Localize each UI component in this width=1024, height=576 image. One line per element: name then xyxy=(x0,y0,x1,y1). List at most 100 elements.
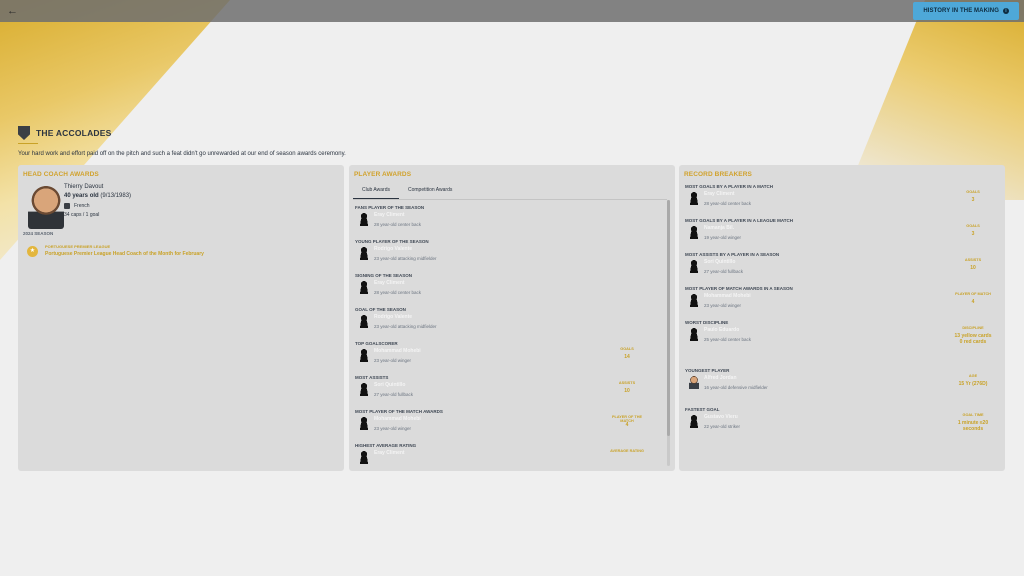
player-name-link[interactable]: Rodrigo Valente xyxy=(374,314,412,320)
stat-label: GOALS xyxy=(966,190,980,194)
stat-label: GOALS xyxy=(620,347,634,351)
coach-age: 40 years old (9/13/1983) xyxy=(64,193,132,199)
stat-value: 15 Yr (276D) xyxy=(958,381,988,387)
stat-label: PLAYER OF MATCH xyxy=(955,292,991,296)
coach-name[interactable]: Thierry Davout xyxy=(64,184,103,190)
coach-nationality: French xyxy=(64,203,90,209)
award-category-label: TOP GOALSCORER xyxy=(355,341,398,346)
tab-competition-awards[interactable]: Competition Awards xyxy=(399,184,461,199)
player-description: 19 year-old winger xyxy=(704,235,742,240)
stat-label: AGE xyxy=(968,374,978,378)
stat-label: DISCIPLINE xyxy=(962,326,984,330)
player-description: 16 year-old defensive midfielder xyxy=(704,385,768,390)
stat-label: GOALS xyxy=(966,224,980,228)
stat-label: ASSISTS xyxy=(618,381,636,385)
stat-value: 14 xyxy=(624,354,630,360)
award-category-label: MOST GOALS BY A PLAYER IN A MATCH xyxy=(685,184,774,189)
page-header: THE ACCOLADES xyxy=(18,126,111,140)
info-icon: i xyxy=(1003,8,1009,14)
award-category-label: MOST ASSISTS xyxy=(355,375,389,380)
intro-text: Your hard work and effort paid off on th… xyxy=(18,151,346,157)
player-name-link[interactable]: Mohammad Mohebi xyxy=(374,348,421,354)
page-title: THE ACCOLADES xyxy=(36,128,112,138)
award-row: GOAL OF THE SEASON Rodrigo Valente 23 year… xyxy=(355,307,665,341)
tab-club-awards[interactable]: Club Awards xyxy=(353,184,399,199)
player-name-link[interactable]: Eray Climent xyxy=(374,450,405,456)
award-category-label: FASTEST GOAL xyxy=(685,407,720,412)
stat-value: 3 xyxy=(971,231,975,237)
player-description: 22 year-old striker xyxy=(704,424,741,429)
player-name-link[interactable]: Eray Climent xyxy=(374,280,405,286)
stat-value: 10 xyxy=(624,388,630,394)
award-category-label: HIGHEST AVERAGE RATING xyxy=(355,443,417,448)
player-description: 23 year-old attacking midfielder xyxy=(374,324,437,329)
stat-value: 3 xyxy=(971,197,975,203)
flag-icon xyxy=(64,203,70,209)
player-avatar xyxy=(359,416,369,430)
award-category-label: YOUNG PLAYER OF THE SEASON xyxy=(355,239,429,244)
award-row: YOUNG PLAYER OF THE SEASON Rodrigo Valent… xyxy=(355,239,665,273)
player-name-link[interactable]: Eray Climent xyxy=(704,191,735,197)
player-avatar xyxy=(359,280,369,294)
award-row: MOST PLAYER OF MATCH AWARDS IN A SEASON M… xyxy=(685,286,999,320)
shield-icon xyxy=(18,126,30,140)
player-name-link[interactable]: Sori Quintillo xyxy=(374,382,405,388)
player-name-link[interactable]: Eray Climent xyxy=(374,212,405,218)
award-row: MOST GOALS BY A PLAYER IN A LEAGUE MATCH… xyxy=(685,218,999,252)
stat-label: GOAL TIME xyxy=(962,413,984,417)
history-in-the-making-button[interactable]: HISTORY IN THE MAKING i xyxy=(913,2,1019,20)
award-competition: PORTUGUESE PREMIER LEAGUE xyxy=(45,244,111,249)
scrollbar-thumb[interactable] xyxy=(667,200,670,436)
award-row: FANS PLAYER OF THE SEASON Eray Climent 28 … xyxy=(355,205,665,239)
award-category-label: GOAL OF THE SEASON xyxy=(355,307,406,312)
coach-avatar xyxy=(28,185,64,229)
award-category-label: SIGNING OF THE SEASON xyxy=(355,273,413,278)
player-description: 23 year-old winger xyxy=(374,358,412,363)
player-avatar xyxy=(359,382,369,396)
award-category-label: YOUNGEST PLAYER xyxy=(685,368,730,373)
player-avatar xyxy=(689,225,699,239)
player-description: 27 year-old fullback xyxy=(374,392,414,397)
player-name-link[interactable]: Alfred Jordan xyxy=(704,375,737,381)
player-description: 23 year-old winger xyxy=(374,426,412,431)
player-name-link[interactable]: Namanja Bil. xyxy=(704,225,734,231)
player-avatar xyxy=(359,314,369,328)
player-name-link[interactable]: Gustavo Vieru xyxy=(704,414,738,420)
head-coach-awards-panel: HEAD COACH AWARDS Thierry Davout 40 year… xyxy=(18,165,344,471)
stat-value: 1 minute ≤20 seconds xyxy=(957,420,989,432)
award-tabs: Club Awards Competition Awards xyxy=(353,184,461,199)
award-category-label: MOST PLAYER OF MATCH AWARDS IN A SEASON xyxy=(685,286,793,291)
award-row: FASTEST GOAL Gustavo Vieru 22 year-old str… xyxy=(685,407,999,441)
player-avatar xyxy=(359,212,369,226)
player-description: 28 year-old center back xyxy=(374,222,422,227)
player-name-link[interactable]: Mohammad Mohebi xyxy=(374,416,421,422)
award-category-label: MOST GOALS BY A PLAYER IN A LEAGUE MATCH xyxy=(685,218,794,223)
player-avatar xyxy=(689,375,699,389)
history-label: HISTORY IN THE MAKING xyxy=(923,8,999,14)
player-description: 28 year-old center back xyxy=(704,201,752,206)
player-name-link[interactable]: Rodrigo Valente xyxy=(374,246,412,252)
coach-caps: 34 caps / 1 goal xyxy=(64,212,100,218)
player-description: 23 year-old attacking midfielder xyxy=(374,256,437,261)
player-name-link[interactable]: Sori Quintillo xyxy=(704,259,735,265)
player-description: 25 year-old center back xyxy=(704,337,752,342)
tabs-divider xyxy=(353,199,667,200)
award-row: WORST DISCIPLINE Paulo Eduardo 25 year-old… xyxy=(685,320,999,354)
stat-value: 13 yellow cards 0 red cards xyxy=(954,333,992,345)
panel-title: HEAD COACH AWARDS xyxy=(23,171,99,178)
player-avatar xyxy=(359,450,369,464)
player-awards-panel: PLAYER AWARDS Club Awards Competition Aw… xyxy=(349,165,675,471)
stat-label: ASSISTS xyxy=(964,258,982,262)
record-breakers-panel: RECORD BREAKERS MOST GOALS BY A PLAYER I… xyxy=(679,165,1005,471)
award-name[interactable]: Portuguese Premier League Head Coach of … xyxy=(45,251,204,257)
player-avatar xyxy=(689,259,699,273)
award-row: MOST ASSISTS Sori Quintillo 27 year-old fu… xyxy=(355,375,665,409)
player-avatar xyxy=(359,246,369,260)
panel-title: PLAYER AWARDS xyxy=(354,171,412,178)
player-name-link[interactable]: Paulo Eduardo xyxy=(704,327,739,333)
back-arrow-icon[interactable]: ← xyxy=(7,5,21,17)
stat-value: 4 xyxy=(625,422,629,428)
player-name-link[interactable]: Mohammad Mohebi xyxy=(704,293,751,299)
title-underline xyxy=(18,143,38,144)
stat-value: 4 xyxy=(971,299,975,305)
